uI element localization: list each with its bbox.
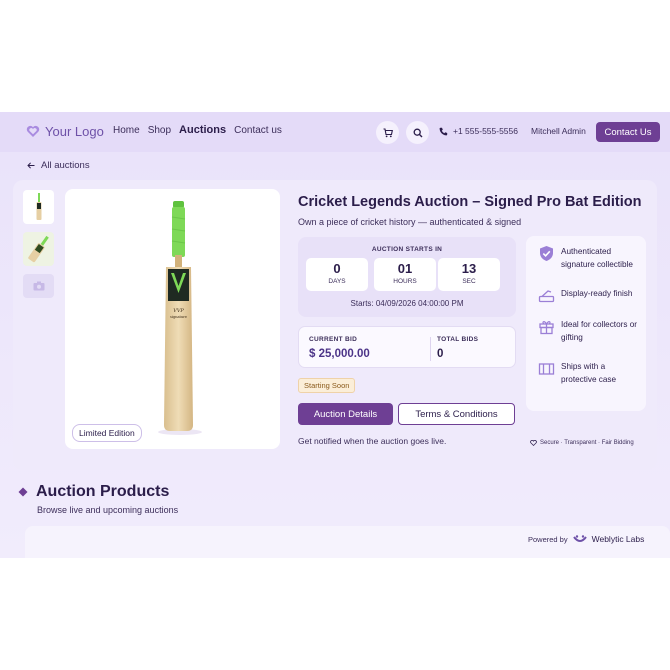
bat-thumbnail-image (36, 193, 41, 220)
current-bid-label: CURRENT BID (309, 336, 358, 343)
features-panel: Authenticated signature collectible Disp… (526, 236, 646, 411)
countdown-seconds-value: 13 (461, 261, 477, 276)
box-icon (538, 363, 555, 375)
feature-protective-case: Ships with a protective case (538, 360, 641, 386)
thumbnail-bat-angled[interactable] (23, 232, 54, 266)
countdown-days: 0 DAYS (306, 258, 368, 291)
countdown-label: AUCTION STARTS IN (371, 246, 443, 253)
contact-us-button[interactable]: Contact Us (596, 122, 660, 142)
total-bids-value: 0 (437, 348, 444, 360)
cricket-bat-image: VVP signature (158, 201, 202, 435)
app-frame: Your Logo Home Shop Auctions Contact us … (0, 112, 670, 558)
site-logo[interactable]: Your Logo (26, 124, 104, 139)
auction-products-subtitle: Browse live and upcoming auctions (37, 505, 179, 515)
countdown-seconds-unit: SEC (462, 278, 476, 285)
cart-icon (383, 127, 393, 137)
auction-products-title: Auction Products (36, 483, 170, 500)
countdown-hours: 01 HOURS (374, 258, 436, 291)
feature-authenticated-text: Authenticated signature collectible (561, 247, 633, 269)
feature-gifting: Ideal for collectors or gifting (538, 318, 647, 344)
feature-gifting-text: Ideal for collectors or gifting (561, 320, 637, 342)
feature-display-ready-text: Display-ready finish (561, 289, 633, 298)
diamond-icon (18, 487, 28, 497)
powered-by: Powered by Weblytic Labs (528, 534, 644, 544)
image-placeholder-icon (33, 281, 44, 291)
phone-link[interactable]: +1 555-555-5556 (439, 126, 518, 136)
nav-home[interactable]: Home (113, 125, 140, 136)
shield-check-icon (540, 246, 553, 261)
auction-title: Cricket Legends Auction – Signed Pro Bat… (298, 194, 642, 210)
auction-details-button[interactable]: Auction Details (298, 403, 393, 425)
feature-display-ready: Display-ready finish (538, 287, 632, 304)
logo-text: Your Logo (45, 124, 104, 139)
countdown-hours-unit: HOURS (393, 278, 417, 285)
bat-angled-thumbnail-image (27, 235, 49, 263)
heart-icon (530, 440, 537, 446)
countdown-hours-value: 01 (397, 261, 413, 276)
back-label: All auctions (41, 160, 90, 171)
powered-by-brand[interactable]: Weblytic Labs (592, 534, 645, 544)
auction-start-time: Starts: 04/09/2026 04:00:00 PM (350, 299, 464, 308)
svg-text:signature: signature (170, 315, 187, 319)
total-bids-label: TOTAL BIDS (437, 336, 479, 343)
auction-products-heading: Auction Products (18, 483, 169, 501)
site-header: Your Logo Home Shop Auctions Contact us … (0, 112, 670, 152)
terms-conditions-button[interactable]: Terms & Conditions (398, 403, 515, 425)
countdown-days-unit: DAYS (328, 278, 346, 285)
user-menu[interactable]: Mitchell Admin (531, 126, 586, 136)
weblytic-logo-icon (572, 534, 587, 542)
countdown-seconds: 13 SEC (438, 258, 500, 291)
back-to-auctions-link[interactable]: All auctions (27, 160, 90, 171)
countdown-panel: AUCTION STARTS IN 0 DAYS 01 HOURS 13 SEC… (298, 237, 516, 317)
phone-number: +1 555-555-5556 (453, 126, 518, 136)
display-stand-icon (538, 290, 555, 303)
image-thumbnails (23, 190, 54, 298)
nav-auctions[interactable]: Auctions (179, 124, 226, 136)
bid-summary: CURRENT BID $ 25,000.00 TOTAL BIDS 0 (298, 326, 516, 368)
secure-bidding-note: Secure · Transparent · Fair Bidding (530, 440, 634, 446)
nav-shop[interactable]: Shop (148, 125, 171, 136)
auction-subtitle: Own a piece of cricket history — authent… (298, 217, 522, 227)
search-button[interactable] (406, 121, 429, 144)
notify-text: Get notified when the auction goes live. (298, 436, 447, 446)
product-image-panel[interactable]: VVP signature (65, 189, 280, 449)
gift-icon (539, 321, 554, 335)
powered-by-label: Powered by (528, 534, 568, 544)
heart-logo-icon (26, 125, 40, 137)
thumbnail-placeholder[interactable] (23, 274, 54, 298)
search-icon (413, 128, 422, 137)
feature-protective-case-text: Ships with a protective case (561, 362, 617, 384)
nav-contact-us[interactable]: Contact us (234, 125, 282, 136)
status-badge: Starting Soon (298, 378, 356, 393)
feature-authenticated: Authenticated signature collectible (538, 245, 647, 271)
thumbnail-bat-front[interactable] (23, 190, 54, 224)
current-bid-value: $ 25,000.00 (309, 348, 370, 360)
svg-text:VVP: VVP (173, 308, 184, 314)
phone-icon (439, 127, 448, 135)
countdown-days-value: 0 (333, 261, 341, 276)
secure-text: Secure · Transparent · Fair Bidding (540, 440, 634, 446)
main-nav: Home Shop Auctions Contact us (113, 124, 282, 136)
arrow-left-icon (27, 162, 35, 169)
limited-edition-badge: Limited Edition (72, 424, 142, 442)
cart-button[interactable] (376, 121, 399, 144)
bid-divider (430, 337, 431, 361)
